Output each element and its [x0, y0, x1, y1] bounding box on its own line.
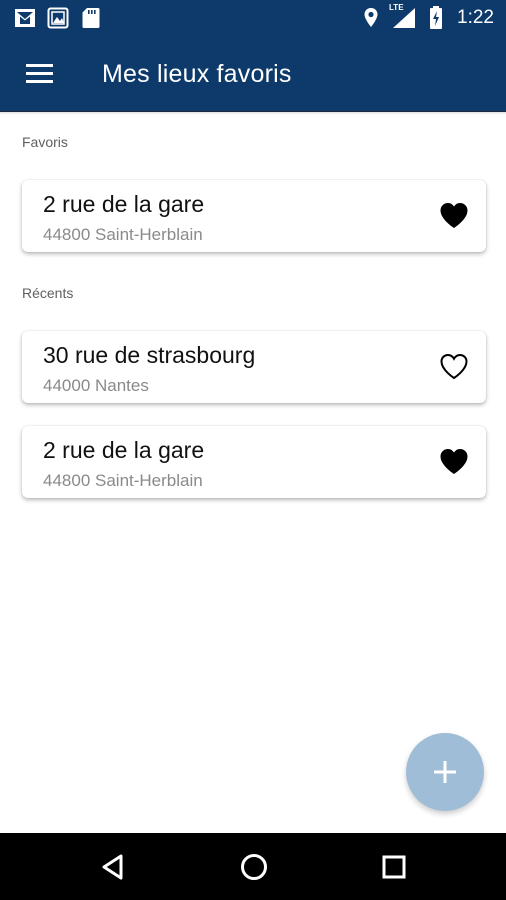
place-address: 2 rue de la gare [43, 191, 205, 217]
status-bar: LTE 1:22 [0, 0, 506, 38]
notification-icons [14, 7, 102, 29]
app-bar: Mes lieux favoris [0, 38, 506, 111]
page-title: Mes lieux favoris [102, 60, 292, 88]
network-type-label: LTE [389, 3, 404, 12]
battery-charging-icon [430, 6, 443, 29]
heart-filled-icon [440, 449, 468, 474]
place-city: 44800 Saint-Herblain [43, 471, 203, 490]
home-circle-icon [241, 854, 267, 880]
system-navigation-bar [0, 833, 506, 900]
place-address: 30 rue de strasbourg [43, 342, 256, 368]
location-icon [364, 8, 378, 27]
favorite-toggle-button[interactable] [438, 447, 470, 477]
favorite-toggle-button[interactable] [438, 352, 470, 382]
section-label-recents: Récents [22, 285, 74, 301]
heart-filled-icon [440, 203, 468, 228]
recent-place-card[interactable]: 30 rue de strasbourg 44000 Nantes [22, 331, 486, 403]
recents-button[interactable] [377, 850, 411, 884]
recents-square-icon [382, 855, 406, 879]
menu-button[interactable] [20, 58, 60, 90]
gmail-icon [15, 9, 35, 27]
signal-icon: LTE [389, 3, 417, 30]
system-status: LTE 1:22 [363, 3, 494, 30]
home-button[interactable] [237, 850, 271, 884]
back-triangle-icon [102, 854, 123, 880]
favorite-place-card[interactable]: 2 rue de la gare 44800 Saint-Herblain [22, 180, 486, 252]
recent-place-card[interactable]: 2 rue de la gare 44800 Saint-Herblain [22, 426, 486, 498]
app-bar-divider [0, 111, 506, 115]
place-city: 44000 Nantes [43, 376, 149, 395]
place-city: 44800 Saint-Herblain [43, 225, 203, 244]
back-button[interactable] [97, 850, 131, 884]
sd-card-icon [82, 8, 100, 28]
gallery-notification-icon [47, 7, 69, 29]
add-place-button[interactable] [406, 733, 484, 811]
place-address: 2 rue de la gare [43, 437, 205, 463]
heart-outline-icon [440, 353, 468, 380]
clock-time: 1:22 [457, 7, 494, 28]
section-label-favoris: Favoris [22, 134, 68, 150]
hamburger-menu-icon [26, 64, 53, 83]
plus-icon [434, 761, 456, 783]
favorite-toggle-button[interactable] [438, 201, 470, 231]
